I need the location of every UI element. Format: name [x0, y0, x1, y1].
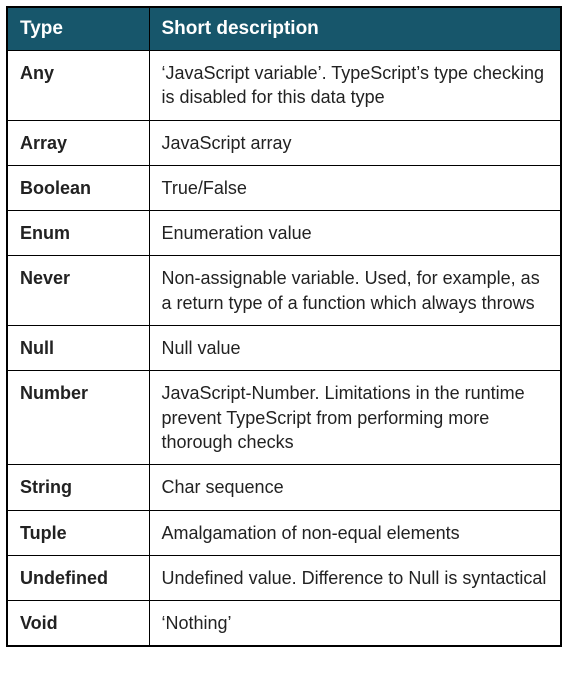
- table-row: Undefined Undefined value. Difference to…: [7, 555, 561, 600]
- table-row: Tuple Amalgamation of non-equal elements: [7, 510, 561, 555]
- table-row: Void ‘Nothing’: [7, 601, 561, 647]
- type-name: Never: [7, 256, 149, 326]
- type-description: Amalgamation of non-equal elements: [149, 510, 561, 555]
- type-description: JavaScript-Number. Limitations in the ru…: [149, 371, 561, 465]
- type-description: ‘Nothing’: [149, 601, 561, 647]
- type-name: Void: [7, 601, 149, 647]
- header-row: Type Short description: [7, 7, 561, 51]
- table-row: Number JavaScript-Number. Limitations in…: [7, 371, 561, 465]
- type-description: Non-assignable variable. Used, for examp…: [149, 256, 561, 326]
- type-description: Enumeration value: [149, 211, 561, 256]
- type-name: Array: [7, 120, 149, 165]
- type-description: JavaScript array: [149, 120, 561, 165]
- table-row: String Char sequence: [7, 465, 561, 510]
- table-row: Enum Enumeration value: [7, 211, 561, 256]
- type-name: String: [7, 465, 149, 510]
- type-name: Tuple: [7, 510, 149, 555]
- type-description: ‘JavaScript variable’. TypeScript’s type…: [149, 51, 561, 121]
- header-type: Type: [7, 7, 149, 51]
- types-table: Type Short description Any ‘JavaScript v…: [6, 6, 562, 647]
- table-row: Null Null value: [7, 326, 561, 371]
- table-body: Any ‘JavaScript variable’. TypeScript’s …: [7, 51, 561, 647]
- table-row: Never Non-assignable variable. Used, for…: [7, 256, 561, 326]
- table-row: Array JavaScript array: [7, 120, 561, 165]
- type-name: Any: [7, 51, 149, 121]
- table-row: Any ‘JavaScript variable’. TypeScript’s …: [7, 51, 561, 121]
- type-name: Number: [7, 371, 149, 465]
- type-name: Undefined: [7, 555, 149, 600]
- type-description: Null value: [149, 326, 561, 371]
- type-name: Null: [7, 326, 149, 371]
- table-row: Boolean True/False: [7, 165, 561, 210]
- type-description: True/False: [149, 165, 561, 210]
- type-name: Boolean: [7, 165, 149, 210]
- type-name: Enum: [7, 211, 149, 256]
- type-description: Undefined value. Difference to Null is s…: [149, 555, 561, 600]
- header-description: Short description: [149, 7, 561, 51]
- type-description: Char sequence: [149, 465, 561, 510]
